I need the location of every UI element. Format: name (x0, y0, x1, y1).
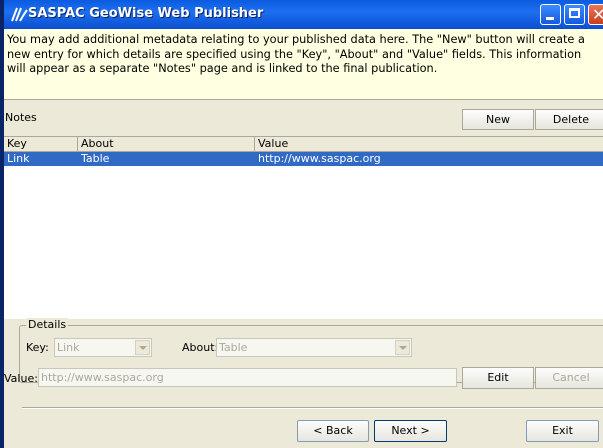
exit-button[interactable]: Exit (526, 420, 599, 442)
maximize-icon (569, 8, 580, 18)
next-button[interactable]: Next > (374, 420, 447, 442)
about-combobox[interactable]: Table (216, 338, 412, 357)
column-header-about[interactable]: About (78, 137, 255, 151)
minimize-icon (546, 17, 554, 20)
row-key: Link (7, 152, 30, 165)
publisher-window: SASPAC GeoWise Web Publisher ✕ You may a… (0, 0, 603, 448)
key-label: Key: (26, 341, 49, 354)
details-legend: Details (26, 318, 69, 331)
back-button[interactable]: < Back (297, 420, 369, 442)
close-button[interactable]: ✕ (588, 4, 603, 25)
notes-label: Notes (5, 111, 37, 124)
minimize-button[interactable] (540, 4, 561, 25)
chevron-down-icon[interactable] (135, 340, 150, 355)
title-bar[interactable]: SASPAC GeoWise Web Publisher ✕ (4, 0, 603, 29)
new-button[interactable]: New (462, 109, 534, 130)
intro-text: You may add additional metadata relating… (4, 29, 603, 100)
edit-button[interactable]: Edit (462, 367, 534, 389)
column-header-key[interactable]: Key (4, 137, 78, 151)
about-combobox-value: Table (219, 341, 248, 354)
row-value: http://www.saspac.org (258, 152, 381, 165)
saspac-logo-icon (11, 7, 28, 22)
notes-toolbar: Notes New Delete (4, 107, 603, 130)
footer-divider (22, 407, 603, 409)
value-label: Value: (4, 372, 38, 385)
key-combobox-value: Link (57, 341, 80, 354)
maximize-button[interactable] (564, 4, 585, 25)
about-label: About: (182, 341, 219, 354)
chevron-down-icon[interactable] (395, 340, 410, 355)
table-row[interactable]: Link Table http://www.saspac.org (4, 152, 603, 166)
window-title: SASPAC GeoWise Web Publisher (28, 6, 264, 21)
key-combobox[interactable]: Link (54, 338, 152, 357)
row-about: Table (81, 152, 110, 165)
value-field[interactable]: http://www.saspac.org (38, 368, 457, 387)
cancel-button[interactable]: Cancel (535, 367, 603, 389)
delete-button[interactable]: Delete (535, 109, 603, 130)
column-header-value[interactable]: Value (255, 137, 603, 151)
table-header: Key About Value (4, 137, 603, 152)
details-section: Details Key: Link About: Table Value: ht… (4, 318, 603, 398)
close-icon: ✕ (592, 5, 603, 24)
notes-table[interactable]: Key About Value Link Table http://www.sa… (4, 136, 603, 319)
